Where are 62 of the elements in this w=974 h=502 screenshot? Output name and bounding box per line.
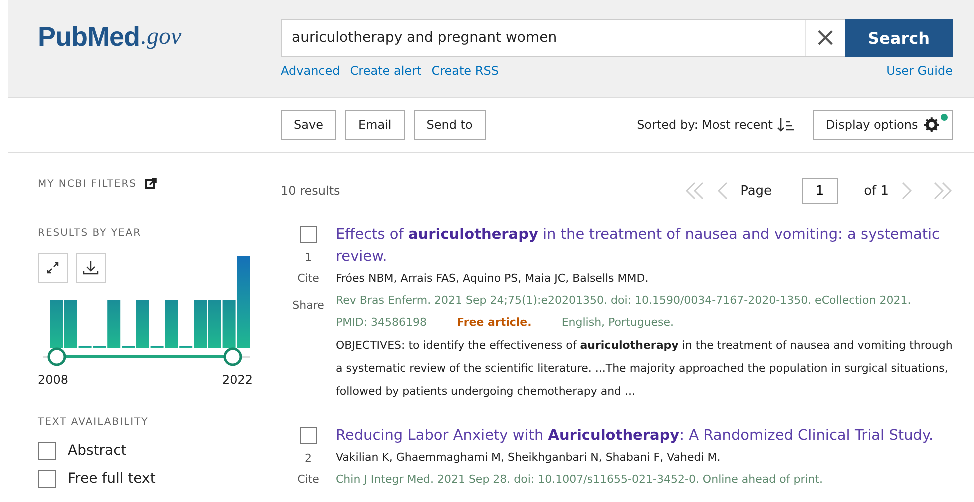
result-action-link[interactable]: Cite	[298, 473, 320, 486]
histogram-bar[interactable]	[237, 256, 250, 348]
gear-icon	[924, 117, 940, 133]
previous-page-icon[interactable]	[716, 181, 729, 201]
range-handle[interactable]	[224, 348, 242, 366]
download-button[interactable]	[76, 253, 106, 283]
search-link[interactable]: Advanced	[281, 64, 340, 78]
expand-button[interactable]	[38, 253, 68, 283]
sort-icon[interactable]	[777, 116, 795, 134]
result-title-link[interactable]: Effects of auriculotherapy in the treatment of nausea and vomiting: a systematic review.	[336, 224, 953, 268]
result-number: 1	[305, 251, 312, 264]
action-button[interactable]: Save	[281, 110, 336, 140]
result-pmid: PMID: 34586198	[336, 315, 428, 331]
results-count: 10 results	[281, 184, 340, 198]
external-link-icon[interactable]	[144, 178, 157, 190]
result-authors: Vakilian K, Ghaemmaghami M, Sheikhganbari N, Shabani F, Vahedi M.	[336, 450, 722, 466]
histogram-bar[interactable]	[136, 300, 150, 348]
last-page-icon[interactable]	[933, 181, 953, 201]
filter-label[interactable]: Free full text	[68, 471, 156, 487]
result-authors: Fróes NBM, Arrais FAS, Aquino PS, Maia JC, Balsells MMD.	[336, 271, 650, 287]
histogram-bar[interactable]	[165, 300, 178, 348]
search-link[interactable]: Create alert	[350, 64, 422, 78]
search-field[interactable]: auriculotherapy and pregnant women ×	[281, 19, 845, 57]
result-checkbox[interactable]	[300, 427, 317, 444]
sort-label[interactable]: Sorted by: Most recent	[637, 118, 773, 132]
result-checkbox[interactable]	[300, 226, 317, 243]
free-article-label: Free article.	[457, 315, 532, 331]
histogram-bar[interactable]	[64, 300, 78, 348]
result-snippet: OBJECTIVES: to identify the effectiveness of auriculotherapy in the treatment of nausea and vomiting through a systematic review of the scientific literature. ...The majority approached the population in surgical situations, followed by patients undergoing chemotherapy and ...	[336, 338, 953, 400]
histogram-bar[interactable]	[108, 300, 121, 348]
result-title-link[interactable]: Reducing Labor Anxiety with Auriculotherapy: A Randomized Clinical Trial Study.	[336, 425, 953, 447]
start-year: 2008	[38, 373, 69, 387]
histogram-bar[interactable]	[208, 300, 222, 348]
user-guide-link[interactable]: User Guide	[886, 64, 953, 78]
search-button[interactable]: Search	[845, 19, 953, 57]
pubmed-logo[interactable]: PubMed.gov	[38, 0, 281, 74]
download-icon	[83, 260, 99, 276]
range-handle[interactable]	[48, 348, 66, 366]
result-number: 2	[305, 452, 312, 465]
checkbox[interactable]	[38, 470, 56, 488]
result-language: English, Portuguese.	[562, 315, 674, 331]
search-link[interactable]: Create RSS	[432, 64, 499, 78]
end-year: 2022	[222, 373, 253, 387]
display-options-button[interactable]: Display options	[813, 110, 953, 140]
page-field[interactable]: 1	[802, 178, 838, 204]
expand-icon	[46, 261, 60, 275]
result-citation: Rev Bras Enferm. 2021 Sep 24;75(1):e20201350. doi: 10.1590/0034-7167-2020-1350. eCollection 2021.	[336, 293, 912, 309]
page-total: of 1	[864, 184, 889, 198]
next-page-icon[interactable]	[901, 181, 913, 201]
checkbox[interactable]	[38, 442, 56, 460]
page-label: Page	[740, 184, 772, 198]
section-heading: RESULTS BY YEAR	[38, 228, 143, 239]
action-button[interactable]: Send to	[414, 110, 486, 140]
filters-heading: MY NCBI FILTERS	[38, 178, 137, 190]
filter-label[interactable]: Abstract	[68, 443, 127, 459]
result-action-link[interactable]: Share	[292, 299, 324, 312]
result-citation: Chin J Integr Med. 2021 Sep 28. doi: 10.1007/s11655-021-3452-0. Online ahead of print.	[336, 472, 824, 488]
action-button[interactable]: Email	[345, 110, 405, 140]
histogram-bar[interactable]	[222, 300, 236, 348]
first-page-icon[interactable]	[684, 181, 705, 201]
result-action-link[interactable]: Cite	[298, 272, 320, 285]
section-heading: TEXT AVAILABILITY	[38, 417, 150, 428]
